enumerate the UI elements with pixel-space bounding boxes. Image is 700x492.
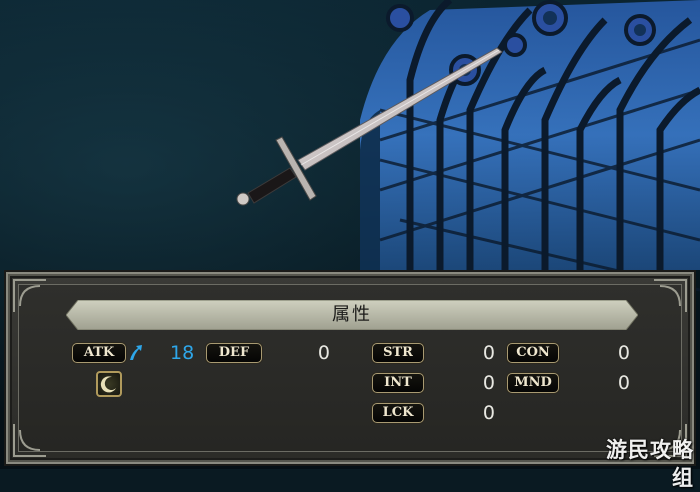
stat-value-def: 0 bbox=[317, 342, 330, 364]
corner-ornament-icon bbox=[654, 279, 687, 312]
crescent-moon-icon bbox=[96, 371, 122, 397]
stat-value-str: 0 bbox=[482, 342, 495, 364]
stat-value-mnd: 0 bbox=[617, 372, 630, 394]
stat-label-str: STR bbox=[372, 343, 424, 363]
stat-label-int: INT bbox=[372, 373, 424, 393]
stat-label-lck: LCK bbox=[372, 403, 424, 423]
stat-value-atk: 18 bbox=[170, 342, 195, 364]
corner-ornament-icon bbox=[13, 424, 46, 457]
stat-label-con: CON bbox=[507, 343, 559, 363]
up-arrow-icon bbox=[130, 345, 142, 360]
stat-value-int: 0 bbox=[482, 372, 495, 394]
corner-ornament-icon bbox=[13, 279, 46, 312]
stat-label-def: DEF bbox=[206, 343, 262, 363]
stat-label-mnd: MND bbox=[507, 373, 559, 393]
stat-value-con: 0 bbox=[617, 342, 630, 364]
panel-title: 属性 bbox=[332, 304, 372, 325]
site-watermark: 游民攻略组 bbox=[606, 438, 694, 490]
stat-label-atk: ATK bbox=[72, 343, 126, 363]
panel-title-bar: 属性 bbox=[66, 300, 638, 330]
stained-glass-window bbox=[360, 0, 700, 292]
stat-value-lck: 0 bbox=[482, 402, 495, 424]
